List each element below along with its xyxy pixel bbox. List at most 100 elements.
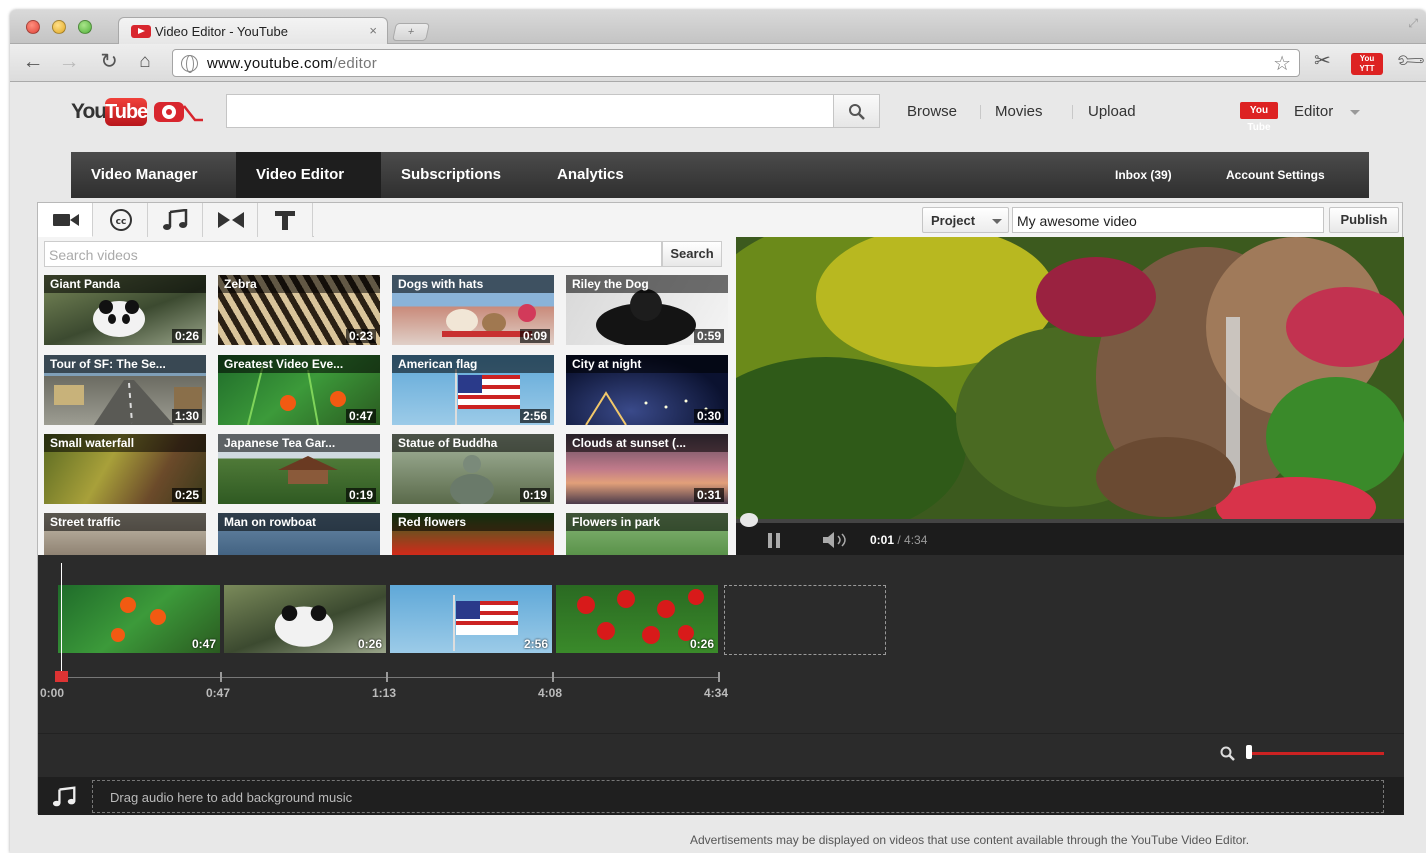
video-thumb[interactable]: Riley the Dog 0:59	[566, 275, 728, 345]
video-title: City at night	[566, 355, 728, 373]
video-thumb[interactable]: Flowers in park	[566, 513, 728, 555]
scissors-icon[interactable]: ✂	[1314, 48, 1331, 73]
video-thumb[interactable]: Japanese Tea Gar... 0:19	[218, 434, 380, 504]
youtube-extension-icon[interactable]: You YTT	[1351, 53, 1383, 75]
video-thumb[interactable]: Dogs with hats 0:09	[392, 275, 554, 345]
ruler-tick-label: 1:13	[372, 686, 397, 700]
browser-toolbar: ← → ↻ ⌂ www.youtube.com/editor ☆ ✂ You YT…	[10, 44, 1426, 82]
home-icon[interactable]: ⌂	[132, 50, 158, 74]
volume-icon[interactable]	[822, 532, 850, 548]
video-title: Clouds at sunset (...	[566, 434, 728, 452]
movies-link[interactable]: Movies	[995, 103, 1043, 120]
video-thumb[interactable]: Zebra 0:23	[218, 275, 380, 345]
logo-you-text: You	[71, 100, 107, 123]
search-icon	[849, 104, 865, 120]
progress-scrubber[interactable]	[740, 513, 758, 527]
browse-link[interactable]: Browse	[907, 103, 957, 120]
fullscreen-icon[interactable]: ⤢	[1408, 16, 1418, 31]
timeline-clip[interactable]: 0:26	[556, 585, 718, 653]
inbox-link[interactable]: Inbox (39)	[1115, 152, 1172, 198]
wrench-icon[interactable]: 🔧︎	[1393, 43, 1426, 79]
account-menu[interactable]: Editor	[1294, 103, 1333, 120]
video-thumb[interactable]: City at night 0:30	[566, 355, 728, 425]
publish-button[interactable]: Publish	[1329, 207, 1399, 233]
ruler-tick	[718, 672, 720, 682]
tab-captions[interactable]: cc	[93, 203, 148, 237]
video-title: Zebra	[218, 275, 380, 293]
video-title: Man on rowboat	[218, 513, 380, 531]
chevron-down-icon[interactable]	[1350, 110, 1360, 115]
bookmark-star-icon[interactable]: ☆	[1273, 51, 1291, 76]
site-search-button[interactable]	[833, 94, 880, 128]
tab-audio[interactable]	[148, 203, 203, 237]
site-search-input[interactable]	[226, 94, 834, 128]
channel-avatar[interactable]: You Tube	[1240, 102, 1278, 133]
upload-link[interactable]: Upload	[1088, 103, 1136, 120]
buddha-statue-image	[450, 455, 494, 504]
video-title: Japanese Tea Gar...	[218, 434, 380, 452]
video-thumb[interactable]: Greatest Video Eve... 0:47	[218, 355, 380, 425]
zoom-slider-track[interactable]	[1250, 752, 1384, 755]
video-thumb[interactable]: Tour of SF: The Se... 1:30	[44, 355, 206, 425]
tab-analytics[interactable]: Analytics	[537, 152, 644, 198]
header-separator	[1072, 105, 1073, 119]
video-thumb[interactable]: Red flowers	[392, 513, 554, 555]
tab-videos[interactable]	[38, 203, 93, 237]
tab-transitions[interactable]	[203, 203, 258, 237]
header-separator	[980, 105, 981, 119]
progress-track[interactable]	[736, 519, 1404, 523]
video-library-grid: Giant Panda 0:26 Zebra 0:23 Dogs with ha…	[44, 275, 734, 555]
clip-drop-zone[interactable]	[724, 585, 886, 655]
video-thumb[interactable]: American flag 2:56	[392, 355, 554, 425]
timeline-clip[interactable]: 2:56	[390, 585, 552, 653]
video-thumb[interactable]: Small waterfall 0:25	[44, 434, 206, 504]
clip-duration: 0:26	[357, 637, 382, 651]
zoom-slider-handle[interactable]	[1246, 745, 1252, 759]
reload-icon[interactable]: ↻	[96, 50, 122, 74]
project-menu[interactable]: Project	[922, 207, 1009, 233]
pause-icon[interactable]	[766, 533, 782, 548]
browser-tab[interactable]: Video Editor - YouTube ×	[118, 17, 388, 45]
playhead-line	[61, 563, 62, 675]
video-duration: 0:23	[345, 329, 376, 343]
forward-arrow-icon[interactable]: →	[56, 50, 82, 74]
video-duration: 0:19	[345, 488, 376, 502]
tab-video-manager[interactable]: Video Manager	[71, 152, 217, 198]
close-window-button[interactable]	[26, 20, 40, 34]
clip-duration: 0:47	[191, 637, 216, 651]
video-player[interactable]: 0:01 / 4:34	[736, 237, 1404, 555]
playhead-handle[interactable]	[55, 671, 68, 682]
minimize-window-button[interactable]	[52, 20, 66, 34]
video-thumb[interactable]: Statue of Buddha 0:19	[392, 434, 554, 504]
video-thumb[interactable]: Giant Panda 0:26	[44, 275, 206, 345]
player-controls: 0:01 / 4:34	[736, 513, 1404, 555]
video-title: Statue of Buddha	[392, 434, 554, 452]
tab-subscriptions[interactable]: Subscriptions	[381, 152, 521, 198]
video-thumb[interactable]: Clouds at sunset (... 0:31	[566, 434, 728, 504]
timeline-clip[interactable]: 0:47	[58, 585, 220, 653]
video-search-input[interactable]: Search videos	[44, 241, 662, 267]
video-thumb[interactable]: Man on rowboat	[218, 513, 380, 555]
timeline-ruler	[60, 677, 720, 678]
timeline-divider	[38, 733, 1404, 734]
video-duration: 1:30	[171, 409, 202, 423]
address-bar[interactable]: www.youtube.com/editor ☆	[172, 49, 1300, 77]
video-duration: 0:09	[519, 329, 550, 343]
video-duration: 0:47	[345, 409, 376, 423]
video-search-button[interactable]: Search	[662, 241, 722, 267]
new-tab-button[interactable]: +	[392, 23, 430, 41]
video-thumb[interactable]: Street traffic	[44, 513, 206, 555]
timeline-clip[interactable]: 0:26	[224, 585, 386, 653]
tab-close-icon[interactable]: ×	[369, 23, 377, 38]
account-settings-link[interactable]: Account Settings	[1226, 152, 1325, 198]
audio-drop-zone[interactable]: Drag audio here to add background music	[92, 780, 1384, 813]
video-duration: 0:26	[171, 329, 202, 343]
text-icon	[275, 211, 295, 230]
project-name-input[interactable]: My awesome video	[1012, 207, 1324, 233]
zoom-window-button[interactable]	[78, 20, 92, 34]
back-arrow-icon[interactable]: ←	[20, 50, 46, 74]
tab-video-editor[interactable]: Video Editor	[236, 152, 381, 198]
video-editor-panel: cc Project My awesome video Publish Sear…	[37, 202, 1404, 815]
tab-text[interactable]	[258, 203, 313, 237]
video-title: Dogs with hats	[392, 275, 554, 293]
